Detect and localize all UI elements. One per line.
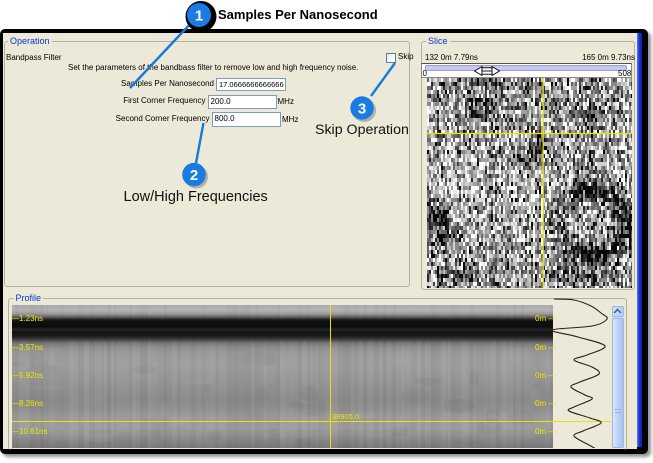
svg-text:3: 3 — [358, 101, 366, 118]
svg-text:2: 2 — [190, 167, 198, 184]
svg-text:1: 1 — [195, 8, 203, 25]
